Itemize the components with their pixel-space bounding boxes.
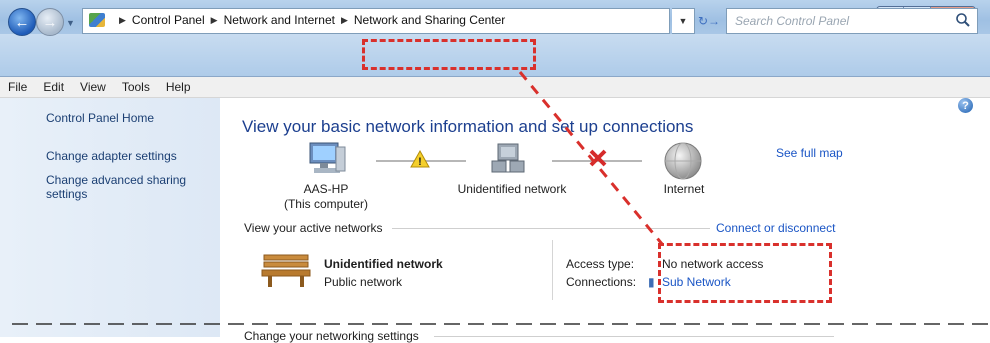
annotation-overlay bbox=[12, 71, 990, 325]
annotation-arrow bbox=[518, 71, 664, 245]
